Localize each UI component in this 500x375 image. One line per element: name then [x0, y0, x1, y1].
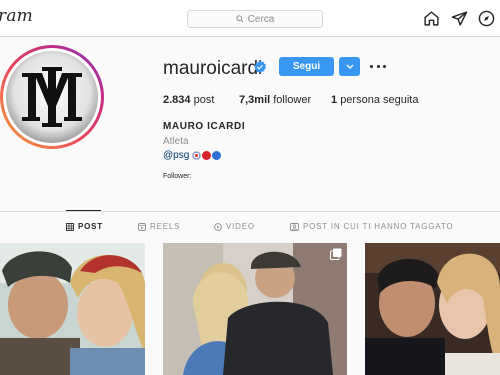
tagged-icon	[290, 222, 299, 231]
post-thumbnail[interactable]	[0, 243, 145, 375]
mi-logo-icon	[22, 67, 82, 127]
home-icon[interactable]	[423, 10, 440, 27]
active-tab-indicator	[66, 210, 101, 211]
tab-tagged[interactable]: POST IN CUI TI HANNO TAGGATO	[290, 222, 453, 231]
post-image	[0, 243, 145, 375]
reels-icon	[138, 222, 146, 231]
avatar	[6, 51, 98, 143]
avatar-story-ring[interactable]	[0, 45, 104, 149]
profile-full-name: MAURO ICARDI	[163, 121, 246, 132]
post-thumbnail[interactable]	[365, 243, 500, 375]
dot-icon	[383, 64, 386, 68]
dot-icon	[376, 64, 380, 68]
video-icon	[214, 222, 222, 231]
bio-mention[interactable]: @psg	[163, 150, 222, 161]
search-placeholder: Cerca	[247, 13, 275, 25]
post-image	[365, 243, 500, 375]
search-icon	[235, 15, 244, 23]
post-image	[163, 243, 347, 375]
instagram-logo[interactable]: ram	[0, 6, 33, 26]
flag-emoji-icon	[192, 151, 202, 160]
tab-video[interactable]: VIDEO	[214, 222, 255, 231]
following-count[interactable]: 1 persona seguita	[331, 94, 418, 106]
posts-count: 2.834 post	[163, 94, 215, 106]
more-options-button[interactable]	[370, 59, 386, 73]
bio-mention-label: @psg	[163, 150, 190, 161]
verified-badge-icon	[254, 60, 267, 73]
chevron-down-icon	[346, 64, 353, 69]
profile-category: Atleta	[163, 136, 189, 147]
follow-button[interactable]: Segui	[279, 57, 334, 76]
multiple-photos-icon	[330, 248, 342, 260]
red-circle-emoji-icon	[202, 151, 212, 160]
grid-icon	[66, 222, 74, 231]
profile-username: mauroicardi	[163, 58, 263, 79]
tab-posts[interactable]: POST	[66, 222, 103, 231]
tab-tagged-label: POST IN CUI TI HANNO TAGGATO	[303, 222, 454, 231]
search-input[interactable]: Cerca	[187, 10, 323, 28]
followed-by-label[interactable]: Follower:	[163, 173, 191, 180]
top-nav: ram Cerca	[0, 0, 500, 37]
tab-reels-label: REELS	[150, 222, 181, 231]
tabs-divider	[0, 211, 500, 212]
suggested-accounts-button[interactable]	[339, 57, 360, 76]
blue-circle-emoji-icon	[212, 151, 222, 160]
followers-count[interactable]: 7,3mil follower	[239, 94, 311, 106]
tab-video-label: VIDEO	[226, 222, 255, 231]
tab-posts-label: POST	[78, 222, 103, 231]
tab-reels[interactable]: REELS	[138, 222, 180, 231]
explore-icon[interactable]	[478, 10, 495, 27]
post-thumbnail[interactable]	[163, 243, 347, 375]
dot-icon	[370, 64, 373, 68]
direct-messages-icon[interactable]	[451, 10, 468, 27]
